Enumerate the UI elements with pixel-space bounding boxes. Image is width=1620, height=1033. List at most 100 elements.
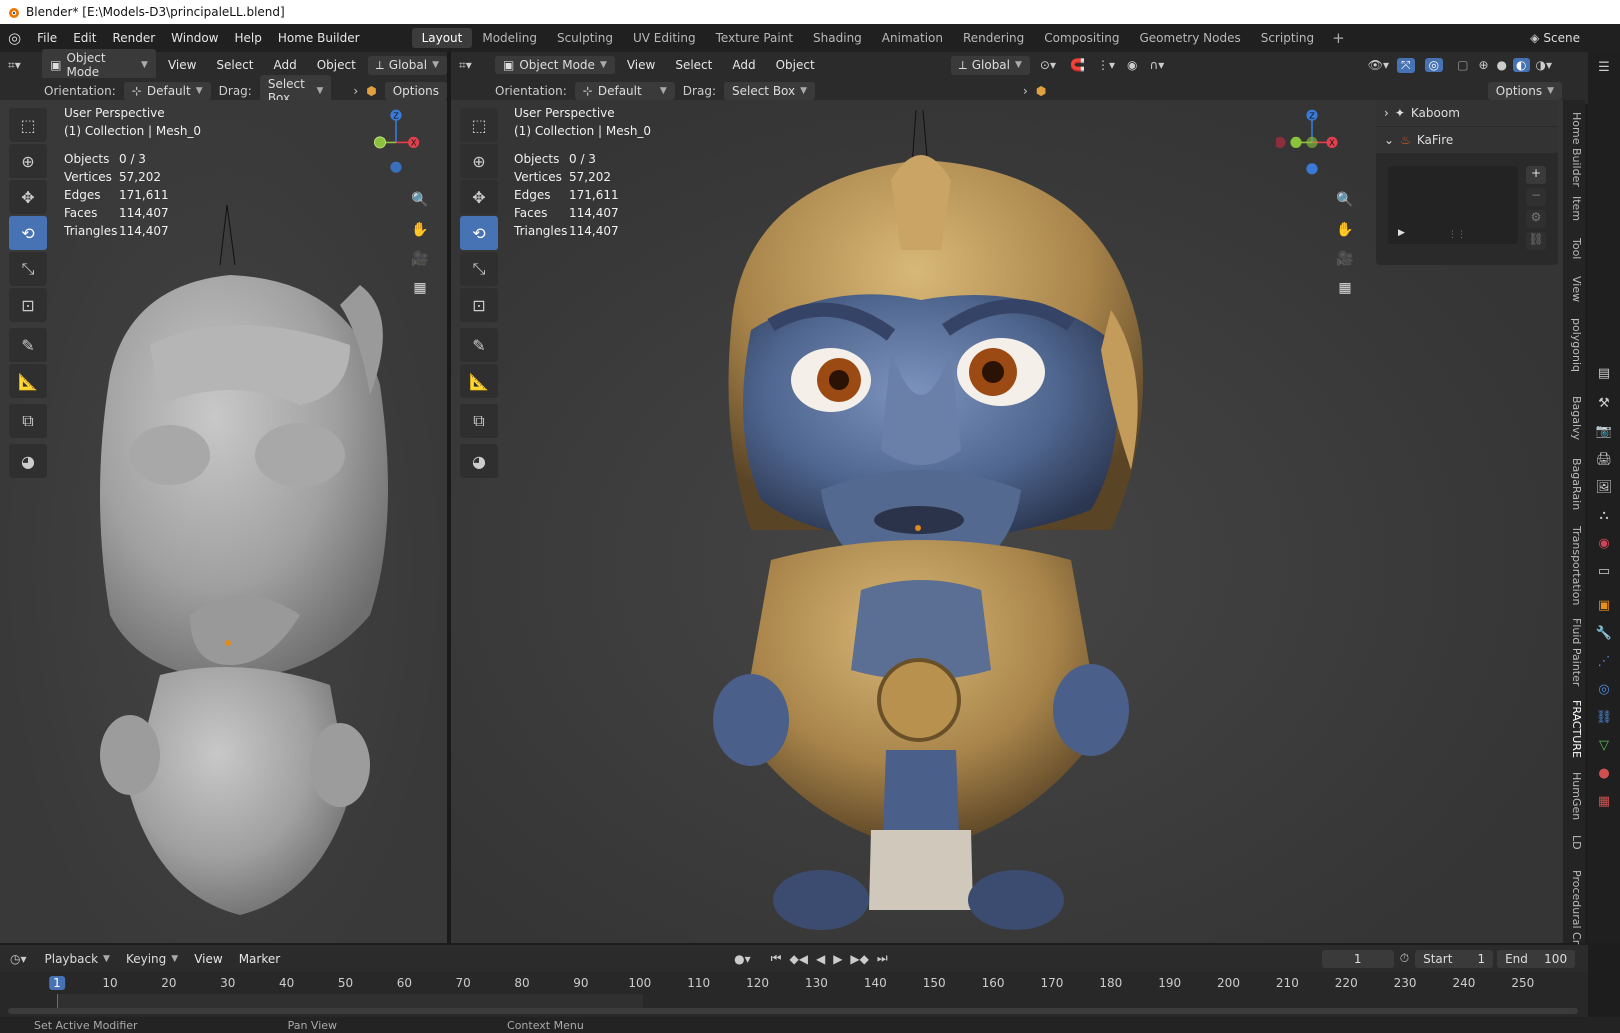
play-icon[interactable]: ▶ [829, 952, 846, 966]
scene-icon[interactable]: ◈ [1526, 31, 1543, 45]
list-link-icon[interactable]: ⛓ [1526, 232, 1546, 250]
left-orientation-dropdown[interactable]: ⊹ Default ▼ [123, 82, 211, 100]
panel-kaboom[interactable]: › ✦ Kaboom [1376, 100, 1558, 126]
sidebar-tab-bagarain[interactable]: BagaRain [1565, 458, 1583, 510]
measure-icon[interactable]: 📐 [460, 364, 498, 398]
textured-character-model[interactable] [711, 110, 1191, 940]
wireframe-shading-icon[interactable]: ⊕ [1476, 58, 1490, 72]
add-cube-icon[interactable]: ⧉ [9, 404, 47, 438]
select-box-icon[interactable]: ⬚ [9, 108, 47, 142]
right-drag-dropdown[interactable]: Select Box ▼ [723, 82, 816, 100]
menu-window[interactable]: Window [163, 31, 226, 45]
tab-rendering[interactable]: Rendering [953, 28, 1034, 48]
left-expand-icon[interactable]: › [353, 84, 358, 98]
material-properties-icon[interactable]: ● [1595, 764, 1613, 782]
snap-options-icon[interactable]: ⋮▾ [1093, 58, 1119, 72]
tab-modeling[interactable]: Modeling [472, 28, 547, 48]
sidebar-tab-bagalvy[interactable]: Bagalvy [1565, 396, 1583, 440]
transform-icon[interactable]: ⊡ [460, 288, 498, 322]
list-remove-icon[interactable]: − [1526, 188, 1546, 206]
collection-properties-icon[interactable]: ▭ [1595, 562, 1613, 580]
object-properties-icon[interactable]: ▣ [1595, 596, 1613, 614]
modifier-properties-icon[interactable]: 🔧 [1595, 624, 1613, 642]
render-properties-icon[interactable]: 📷 [1595, 422, 1613, 440]
properties-icon[interactable]: ▤ [1595, 364, 1613, 382]
right-expand-icon[interactable]: › [1023, 84, 1028, 98]
overlay-toggle-icon[interactable]: ◎ [1424, 58, 1444, 72]
menu-render[interactable]: Render [104, 31, 163, 45]
left-transform-dropdown[interactable]: ⟂ Global ▼ [367, 55, 447, 75]
right-navigation-gizmo[interactable]: Z X [1276, 104, 1348, 176]
addon-tool-icon[interactable]: ◕ [9, 444, 47, 478]
data-properties-icon[interactable]: ▽ [1595, 736, 1613, 754]
left-menu-add[interactable]: Add [265, 58, 304, 72]
falloff-icon[interactable]: ∩▾ [1145, 58, 1168, 72]
tab-geometry-nodes[interactable]: Geometry Nodes [1129, 28, 1250, 48]
annotate-icon[interactable]: ✎ [460, 328, 498, 362]
editor-type-icon[interactable]: ⌗▾ [8, 58, 38, 73]
right-transform-dropdown[interactable]: ⟂ Global ▼ [950, 55, 1030, 75]
sidebar-tab-procedural[interactable]: Procedural Cr [1565, 870, 1583, 944]
world-properties-icon[interactable]: ◉ [1595, 534, 1613, 552]
left-menu-object[interactable]: Object [309, 58, 364, 72]
menu-file[interactable]: File [29, 31, 65, 45]
left-options-button[interactable]: Options [384, 82, 447, 100]
clock-icon[interactable]: ⏱ [1394, 951, 1415, 966]
snap-icon[interactable]: 🧲 [1066, 58, 1089, 72]
measure-icon[interactable]: 📐 [9, 364, 47, 398]
left-3d-viewport[interactable]: ⬚ ⊕ ✥ ⟲ ⤡ ⊡ ✎ 📐 ⧉ ◕ User Perspective (1)… [0, 100, 447, 943]
pivot-point-icon[interactable]: ⊙▾ [1034, 58, 1062, 72]
sidebar-tab-view[interactable]: View [1565, 276, 1583, 302]
add-cube-icon[interactable]: ⧉ [460, 404, 498, 438]
rendered-shading-icon[interactable]: ◑▾ [1534, 58, 1555, 72]
scale-icon[interactable]: ⤡ [460, 252, 498, 286]
transform-icon[interactable]: ⊡ [9, 288, 47, 322]
view-layer-icon[interactable]: 🖼 [1595, 478, 1613, 496]
particles-icon[interactable]: ⋰ [1595, 652, 1613, 670]
rotate-icon[interactable]: ⟲ [9, 216, 47, 250]
list-settings-icon[interactable]: ⚙ [1526, 210, 1546, 228]
left-navigation-gizmo[interactable]: Z X [360, 104, 432, 176]
keying-dropdown[interactable]: Keying ▼ [118, 950, 186, 968]
solid-shading-icon[interactable]: ● [1495, 58, 1509, 72]
scene-name[interactable]: Scene [1543, 31, 1620, 45]
resize-grip-icon[interactable]: ⋮⋮ [1448, 230, 1466, 240]
blender-menu-icon[interactable]: ◎ [0, 29, 29, 47]
move-icon[interactable]: ✥ [460, 180, 498, 214]
proportional-edit-icon[interactable]: ◉ [1123, 58, 1141, 72]
jump-end-icon[interactable]: ⏭ [873, 951, 892, 966]
rotate-icon[interactable]: ⟲ [460, 216, 498, 250]
pan-hand-icon[interactable]: ✋ [1333, 218, 1357, 242]
timeline-scrollbar[interactable] [8, 1008, 1578, 1014]
list-add-icon[interactable]: + [1526, 166, 1546, 184]
menu-home-builder[interactable]: Home Builder [270, 31, 368, 45]
tab-scripting[interactable]: Scripting [1251, 28, 1324, 48]
play-reverse-icon[interactable]: ◀ [812, 952, 829, 966]
timeline-area[interactable]: 1 10 20 30 40 50 60 70 80 90 100 110 120 130 140 150 160… [0, 972, 1588, 1017]
current-frame-field[interactable]: 1 [1321, 949, 1394, 968]
frame-ruler[interactable]: 1 10 20 30 40 50 60 70 80 90 100 110 120 130 140 150 160… [0, 972, 1588, 994]
tab-compositing[interactable]: Compositing [1034, 28, 1129, 48]
tab-shading[interactable]: Shading [803, 28, 872, 48]
left-mode-dropdown[interactable]: ▣ Object Mode ▼ [42, 49, 156, 81]
tool-properties-icon[interactable]: ⚒ [1595, 394, 1613, 412]
zoom-icon[interactable]: 🔍 [1333, 188, 1357, 212]
right-menu-add[interactable]: Add [724, 58, 763, 72]
sidebar-tab-item[interactable]: Item [1565, 196, 1583, 221]
tab-sculpting[interactable]: Sculpting [547, 28, 623, 48]
sidebar-tab-fracture[interactable]: FRACTURE [1565, 700, 1583, 758]
add-workspace-icon[interactable]: + [1324, 29, 1353, 47]
scale-icon[interactable]: ⤡ [9, 252, 47, 286]
right-orientation-dropdown[interactable]: ⊹ Default ▼ [574, 82, 675, 100]
editor-type-icon[interactable]: ⌗▾ [459, 58, 491, 73]
next-keyframe-icon[interactable]: ▶◆ [846, 952, 872, 966]
ortho-grid-icon[interactable]: ▦ [1333, 276, 1357, 300]
right-mode-dropdown[interactable]: ▣ Object Mode ▼ [495, 56, 615, 74]
material-shading-icon[interactable]: ◐ [1513, 58, 1530, 72]
right-menu-view[interactable]: View [619, 58, 663, 72]
tab-layout[interactable]: Layout [411, 28, 473, 48]
visibility-icon[interactable]: 👁▾ [1364, 58, 1393, 72]
move-icon[interactable]: ✥ [9, 180, 47, 214]
sidebar-tab-transportation[interactable]: Transportation [1565, 526, 1583, 605]
timeline-editor-icon[interactable]: ◷▾ [0, 952, 37, 966]
